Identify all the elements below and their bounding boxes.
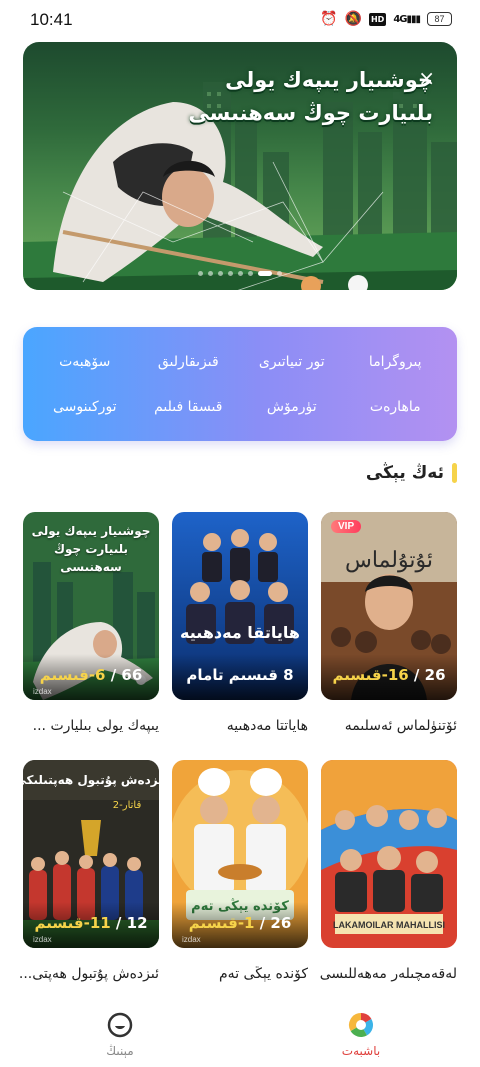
episode-word: قىسىم تامام	[186, 666, 278, 684]
bottom-nav: باشبەت مېنىڭ	[0, 1000, 480, 1067]
episode-word: قىسىم	[188, 914, 238, 932]
poster-title[interactable]: يىپەك يولى بىليارت ...	[9, 718, 159, 734]
alarm-icon: ⏰	[320, 11, 338, 27]
poster-title[interactable]: ئىزدەش پۇتبول ھەپتى...	[9, 966, 159, 982]
episode-word: قىسىم	[39, 666, 89, 684]
category-item-funny[interactable]: قىزىقارلىق	[137, 339, 241, 384]
category-item-short-film[interactable]: قىسقا فىلىم	[137, 384, 241, 429]
episode-current: 11	[89, 914, 111, 932]
episode-current: 16	[387, 666, 409, 684]
poster-overlay-title: چوشىيار يىپەك يولى بلىيارت چوڭ سەھنىسى	[31, 524, 151, 574]
episode-badge: 12 / 11-قىسىم	[34, 914, 148, 932]
category-item-talk[interactable]: سۆھبەت	[33, 339, 137, 384]
signal-icon: 4G▮▮▮	[393, 13, 421, 25]
category-card: پىروگراما تور تىياتىرى قىزىقارلىق سۆھبەت…	[23, 327, 457, 441]
episode-badge: 26 / 16-قىسىم	[332, 666, 446, 684]
episode-total: 26	[424, 666, 446, 684]
poster-card[interactable]: چوشىيار يىپەك يولى بلىيارت چوڭ سەھنىسى 6…	[23, 512, 159, 700]
pagination-dot	[238, 271, 243, 276]
svg-text:ئىزدەش پۇتبول ھەپتىلىكى: ئىزدەش پۇتبول ھەپتىلىكى	[23, 773, 159, 788]
category-item-program[interactable]: پىروگراما	[344, 339, 448, 384]
poster-image: LAKAMOILAR MAHALLISI	[321, 760, 457, 948]
episode-current: 1	[244, 914, 255, 932]
poster-title[interactable]: ھاياتتا مەدھىيە	[158, 718, 308, 734]
battery-level: 87	[434, 14, 445, 24]
poster-card[interactable]: LAKAMOILAR MAHALLISI	[321, 760, 457, 948]
category-item-turkish-film[interactable]: توركىنوسى	[33, 384, 137, 429]
hd-icon: HD	[368, 12, 387, 26]
episode-current: 8	[283, 666, 294, 684]
episode-total: 26	[270, 914, 292, 932]
category-item-web-drama[interactable]: تور تىياتىرى	[240, 339, 344, 384]
poster-card[interactable]: ھاياتقا مەدھىيە 8 قىسىم تامام	[172, 512, 308, 700]
poster-title[interactable]: كۆندە يېڭى تەم	[158, 966, 308, 982]
episode-word: قىسىم	[34, 914, 84, 932]
category-grid: پىروگراما تور تىياتىرى قىزىقارلىق سۆھبەت…	[23, 327, 457, 441]
hero-banner[interactable]: چوشىيار يىپەك يولى بلىيارت چوڭ سەھنىسى ×	[23, 42, 457, 290]
home-icon	[348, 1013, 374, 1038]
episode-badge: 66 / 6-قىسىم	[39, 666, 143, 684]
episode-badge: 26 / 1-قىسىم	[188, 914, 292, 932]
episode-total: 12	[126, 914, 148, 932]
poster-card[interactable]: كۆندە يېڭى تەم 26 / 1-قىسىم izdax	[172, 760, 308, 948]
banner-title: چوشىيار يىپەك يولى بلىيارت چوڭ سەھنىسى	[188, 64, 433, 130]
nav-home[interactable]: باشبەت	[321, 1012, 401, 1058]
pagination-dot	[208, 271, 213, 276]
poster-title[interactable]: ئۆتنۈلماس ئەسلىمە	[307, 718, 457, 734]
section-header: ئەڭ يېڭى	[366, 463, 457, 483]
category-item-skills[interactable]: ماھارەت	[344, 384, 448, 429]
svg-text:2-قاتار: 2-قاتار	[113, 800, 142, 811]
pagination-dot-active	[258, 271, 272, 276]
svg-text:ھاياتقا مەدھىيە: ھاياتقا مەدھىيە	[180, 623, 300, 642]
svg-text:ئۇتۇلماس: ئۇتۇلماس	[345, 548, 433, 573]
poster-title[interactable]: لەقەمچىلەر مەھەللىسى	[307, 966, 457, 982]
pagination-dot	[248, 271, 253, 276]
nav-profile[interactable]: مېنىڭ	[80, 1012, 160, 1058]
svg-text:LAKAMOILAR MAHALLISI: LAKAMOILAR MAHALLISI	[333, 920, 445, 930]
izdax-watermark: izdax	[33, 935, 52, 944]
banner-title-line1: چوشىيار يىپەك يولى	[225, 68, 433, 92]
nav-profile-label: مېنىڭ	[106, 1044, 134, 1058]
episode-total: 66	[121, 666, 143, 684]
pagination-dot	[277, 271, 282, 276]
poster-card[interactable]: ئۇتۇلماس VIP 26 / 16-قىسىم	[321, 512, 457, 700]
pagination-dot	[228, 271, 233, 276]
status-bar: 10:41 ⏰ 🔕 HD 4G▮▮▮ 87	[0, 0, 480, 40]
category-item-life[interactable]: تۈرمۆش	[240, 384, 344, 429]
mute-icon: 🔕	[344, 11, 362, 27]
status-icons: ⏰ 🔕 HD 4G▮▮▮ 87	[320, 11, 452, 27]
episode-badge: 8 قىسىم تامام	[172, 666, 308, 684]
section-accent-bar	[452, 463, 457, 483]
network-type: 4G	[393, 13, 407, 25]
episode-current: 6	[95, 666, 106, 684]
pagination-dot	[218, 271, 223, 276]
banner-pagination	[23, 271, 457, 276]
vip-badge: VIP	[331, 520, 362, 533]
battery-icon: 87	[427, 12, 452, 26]
izdax-watermark: izdax	[182, 935, 201, 944]
izdax-watermark: izdax	[33, 687, 52, 696]
close-icon[interactable]: ×	[418, 66, 435, 90]
status-time: 10:41	[30, 10, 73, 29]
episode-word: قىسىم	[332, 666, 382, 684]
banner-title-line2: بلىيارت چوڭ سەھنىسى	[188, 101, 433, 125]
section-title: ئەڭ يېڭى	[365, 463, 444, 483]
nav-home-label: باشبەت	[341, 1044, 381, 1058]
profile-icon	[107, 1012, 133, 1038]
pagination-dot	[198, 271, 203, 276]
poster-card[interactable]: ئىزدەش پۇتبول ھەپتىلىكى 2-قاتار 12 / 11-…	[23, 760, 159, 948]
